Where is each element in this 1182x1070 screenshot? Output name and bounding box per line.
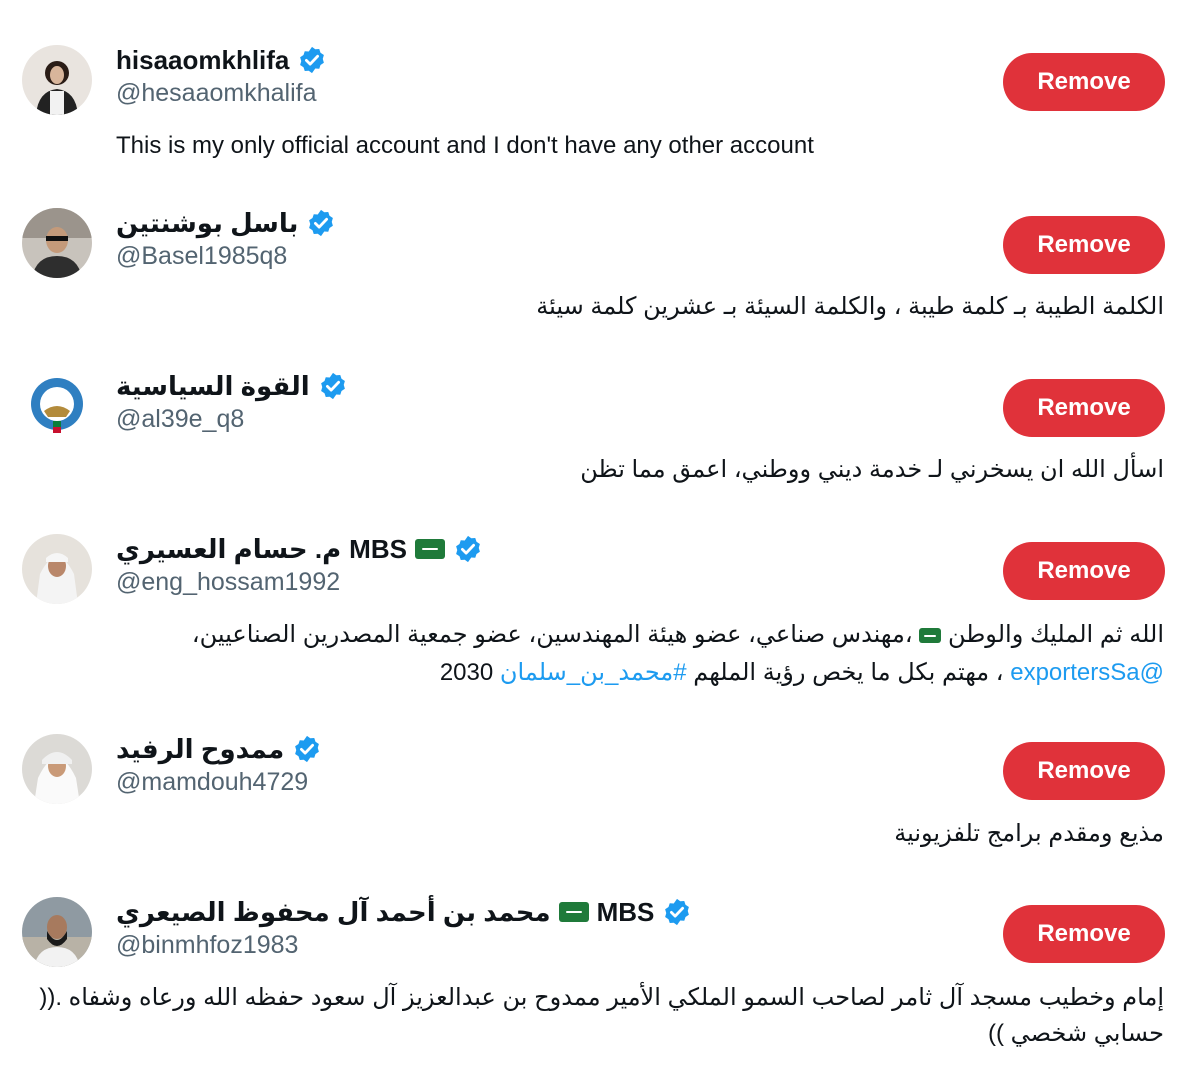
verified-badge-icon [453,534,483,564]
avatar[interactable] [22,897,92,967]
handle[interactable]: @binmhfoz1983 [116,931,298,960]
remove-button[interactable]: Remove [1003,742,1165,800]
bio-line-1: إمام وخطيب مسجد آل ثامر لصاحب السمو المل… [39,984,1164,1011]
verified-badge-icon [306,208,336,238]
handle[interactable]: @Basel1985q8 [116,242,287,271]
remove-button[interactable]: Remove [1003,542,1165,600]
bio: مذيع ومقدم برامج تلفزيونية [894,820,1164,847]
bio-text: ،مهندس صناعي، عضو هيئة المهندسين، عضو جم… [191,621,913,648]
bio-line-1: الله ثم المليك والوطن ،مهندس صناعي، عضو … [192,617,1164,653]
handle[interactable]: @hesaaomkhalifa [116,79,317,108]
display-name[interactable]: محمد بن أحمد آل محفوظ الصيعري [116,897,551,928]
saudi-flag-icon [558,902,589,922]
display-name[interactable]: ممدوح الرفيد [116,734,284,765]
handle[interactable]: @eng_hossam1992 [116,568,340,597]
saudi-flag-icon [414,539,445,559]
name-line: ممدوح الرفيد [116,730,322,768]
bio-text: 2030 [439,659,494,686]
name-line: باسل بوشنتين [116,204,336,242]
avatar[interactable] [22,734,92,804]
following-list: hisaaomkhlifa @hesaaomkhalifa Remove Thi… [0,0,1182,1070]
display-name[interactable]: م. حسام العسيري [116,534,341,565]
bio-line-2: حسابي شخصي )) [988,1020,1164,1047]
avatar[interactable] [22,208,92,278]
remove-button[interactable]: Remove [1003,905,1165,963]
bio-line-2: @exportersSa ، مهتم بكل ما يخص رؤية المل… [440,655,1164,691]
verified-badge-icon [297,45,327,75]
bio: اسأل الله ان يسخرني لـ خدمة ديني ووطني، … [580,456,1164,483]
bio: الكلمة الطيبة بـ كلمة طيبة ، والكلمة الس… [536,293,1164,320]
handle[interactable]: @mamdouh4729 [116,768,308,797]
name-line: م. حسام العسيري MBS [116,530,483,568]
verified-badge-icon [292,734,322,764]
avatar[interactable] [22,534,92,604]
saudi-flag-icon [919,628,942,644]
hashtag-link[interactable]: #محمد_بن_سلمان [500,659,687,686]
display-name[interactable]: القوة السياسية [116,371,310,402]
avatar[interactable] [22,371,92,441]
mention-link[interactable]: @exportersSa [1010,659,1164,686]
bio: This is my only official account and I d… [116,132,814,159]
handle[interactable]: @al39e_q8 [116,405,244,434]
name-line: hisaaomkhlifa [116,41,327,79]
remove-button[interactable]: Remove [1003,53,1165,111]
display-name-prefix: MBS [349,533,407,564]
name-line: القوة السياسية [116,367,348,405]
avatar[interactable] [22,45,92,115]
name-line: محمد بن أحمد آل محفوظ الصيعري MBS [116,893,692,931]
display-name-prefix: MBS [596,896,655,927]
verified-badge-icon [662,897,692,927]
verified-badge-icon [318,371,348,401]
bio-text: ، مهتم بكل ما يخص رؤية الملهم [693,659,1004,686]
remove-button[interactable]: Remove [1003,216,1165,274]
display-name[interactable]: hisaaomkhlifa [116,45,289,76]
bio-text: الله ثم المليك والوطن [947,621,1164,648]
display-name[interactable]: باسل بوشنتين [116,208,298,239]
remove-button[interactable]: Remove [1003,379,1165,437]
